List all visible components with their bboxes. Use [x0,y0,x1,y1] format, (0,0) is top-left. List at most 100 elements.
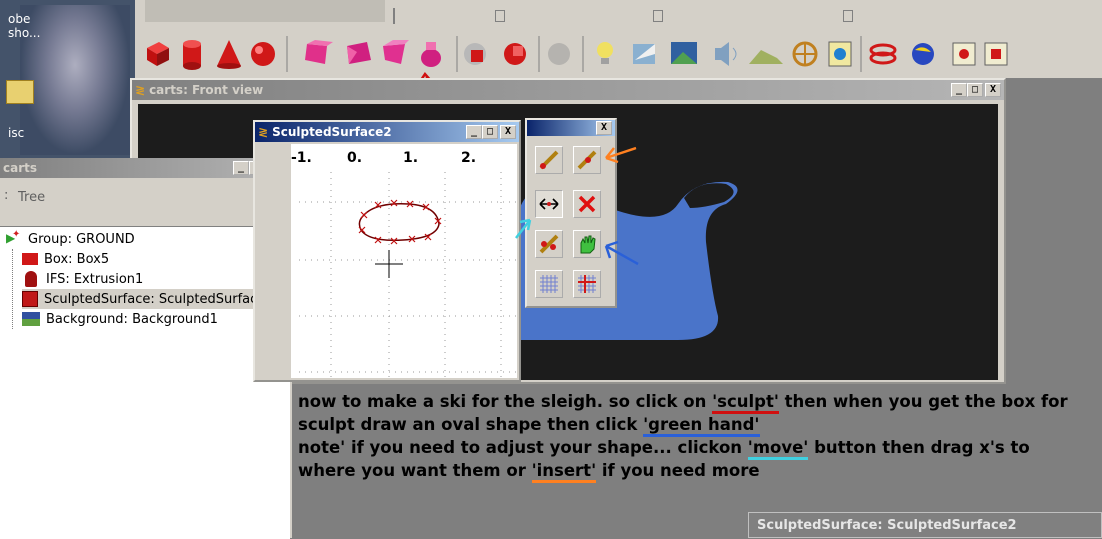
sculpt-titlebar[interactable]: ≷ SculptedSurface2 _ □ X [255,122,519,142]
top-tool-strip[interactable] [145,0,385,22]
note-keyword-insert: 'insert' [531,461,597,483]
ifs-icon[interactable] [347,42,371,64]
disabled-shape-icon[interactable] [548,43,570,65]
green-hand-icon [580,235,596,254]
tree-item-label: Background: Background1 [46,311,218,327]
delete-tool-button[interactable] [573,190,601,218]
desktop-icon-label-2[interactable]: sho... [8,26,40,40]
boolean-icon[interactable] [464,43,486,65]
folder-icon[interactable] [6,80,34,104]
tree-item-ground[interactable]: ▶ ✦ Group: GROUND [4,229,135,249]
green-hand-tool-button[interactable] [573,230,601,258]
maximize-button[interactable]: □ [967,83,983,97]
boolean-2-icon[interactable] [504,43,526,65]
close-button[interactable]: X [500,125,516,139]
slider-thumb[interactable] [495,10,505,22]
tree-item-label: Box: Box5 [44,251,110,267]
tree-item-label: Group: GROUND [28,231,135,247]
annotation-arrow-blue [604,240,639,266]
note-text: note' if you need to adjust your shape..… [298,438,748,457]
tab-tree[interactable]: Tree [18,190,45,205]
tree-item-sculpted-surface[interactable]: SculptedSurface: SculptedSurfac [22,289,284,309]
note-keyword-move: 'move' [747,438,809,460]
slider-thumb[interactable] [843,10,853,22]
origin-crosshair [375,250,403,278]
cone-icon[interactable] [217,40,241,69]
cylinder-icon[interactable] [183,40,201,70]
sculpt-canvas[interactable]: -1. 0. 1. 2. [291,144,517,378]
background-icon [22,312,40,326]
minimize-button[interactable]: _ [951,83,967,97]
group-icon: ▶ ✦ [6,229,21,245]
minimize-button[interactable]: _ [466,125,482,139]
front-view-titlebar[interactable]: ≷ carts: Front view _ □ X [132,80,1004,100]
snap-grid-tool-button[interactable] [573,270,601,298]
rings-icon[interactable] [869,43,897,65]
tree-view[interactable]: ▶ ✦ Group: GROUND Box: Box5 IFS: Extrusio… [0,226,290,539]
sculpt-icon[interactable] [383,40,409,64]
export-icon[interactable] [984,42,1008,66]
extrusion-icon[interactable] [305,40,333,64]
grid-icon [540,275,558,293]
shape-toolbar-icons [147,36,1008,72]
sculpt-tool-icon [539,150,559,170]
tree-item-extrusion[interactable]: IFS: Extrusion1 [22,269,143,289]
slider-thumb[interactable] [653,10,663,22]
light-icon[interactable] [597,42,613,64]
sculpted-surface-icon [22,291,38,307]
close-button[interactable]: X [596,121,612,135]
carts-window: carts _ □ X Tree : ▶✦ Group: GROUND Box:… [0,158,292,539]
move-tool-button[interactable] [535,190,563,218]
sculpt-grid [299,172,517,378]
move-tool-icon [539,198,559,210]
top-toolbar [135,0,1102,31]
tree-item-box[interactable]: Box: Box5 [22,249,109,269]
selection-status-tag: SculptedSurface: SculptedSurface2 [748,512,1102,538]
toolbar-divider [393,8,395,24]
close-button[interactable]: X [985,83,1001,97]
axis-label: 0. [347,150,363,166]
axis-label: -1. [291,150,312,166]
tree-item-label: IFS: Extrusion1 [46,271,144,287]
delete-tool-icon [578,195,596,213]
app-logo-icon: ≷ [258,125,269,139]
cube-icon[interactable] [147,42,169,66]
landscape-icon[interactable] [671,42,697,64]
desktop-icon-label-3[interactable]: isc [8,126,24,140]
note-keyword-green-hand: 'green hand' [643,415,760,437]
desktop-icon-label[interactable]: obe [8,12,30,26]
bug-icon[interactable] [952,42,976,66]
tool-palette-titlebar[interactable]: X [527,120,615,136]
spotlight-icon[interactable] [633,44,655,64]
tab-separator: : [4,188,9,203]
axis-label: 1. [403,150,419,166]
oval-curve[interactable] [358,203,440,242]
annotation-arrow-cyan [515,218,532,239]
sphere-icon[interactable] [251,42,275,66]
tree-connector [12,249,14,329]
viewpoint-icon[interactable] [828,41,852,67]
sound-icon[interactable] [715,42,737,66]
axis-label: 2. [461,150,477,166]
globe-icon[interactable] [912,43,934,65]
carts-titlebar[interactable]: carts _ □ X [0,158,290,178]
wheel-icon[interactable] [792,41,818,67]
carts-title: carts [3,161,38,175]
tree-item-label: SculptedSurface: SculptedSurfac [44,291,258,307]
insert-tool-button[interactable] [535,230,563,258]
sculpt-tool-button[interactable] [535,146,563,174]
note-text: now to make a ski for the sleigh. so cli… [298,392,713,411]
tree-item-background[interactable]: Background: Background1 [22,309,218,329]
desktop-background: obe sho... isc [0,0,135,160]
terrain-icon[interactable] [749,50,783,64]
note-text: if you need more [596,461,760,480]
grid-tool-button[interactable] [535,270,563,298]
annotation-arrow-orange [605,146,637,164]
instruction-note: now to make a ski for the sleigh. so cli… [298,390,1088,483]
minimize-button[interactable]: _ [233,161,249,175]
sculpt-title: SculptedSurface2 [272,125,392,139]
add-point-tool-button[interactable] [573,146,601,174]
maximize-button[interactable]: □ [482,125,498,139]
note-keyword-sculpt: 'sculpt' [712,392,779,414]
box-icon [22,253,38,265]
